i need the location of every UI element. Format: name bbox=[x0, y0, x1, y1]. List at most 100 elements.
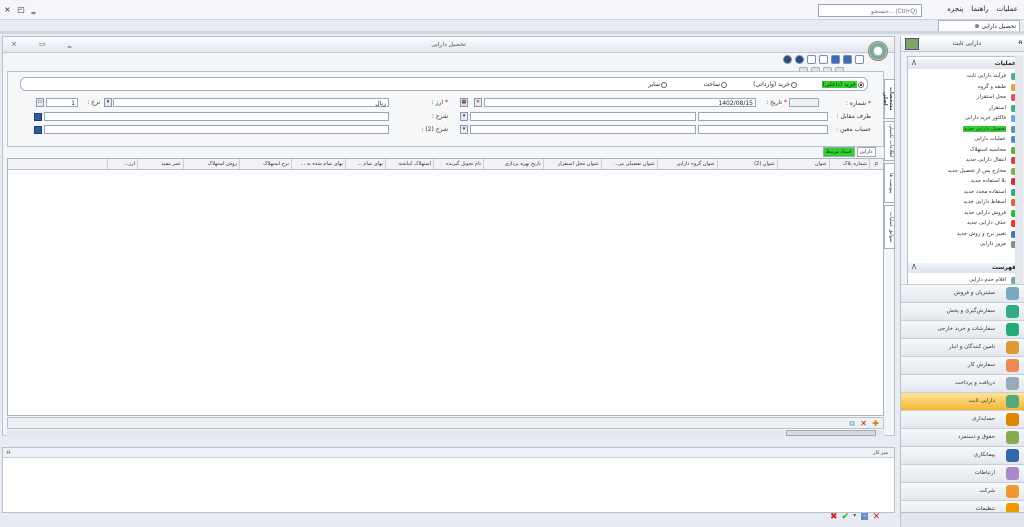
module-item[interactable]: تامین کنندگان و انبار bbox=[901, 338, 1024, 356]
delete-row-icon[interactable]: ✕ bbox=[860, 419, 867, 428]
description-save-icon[interactable] bbox=[34, 113, 42, 121]
scroll-thumb[interactable] bbox=[786, 430, 876, 436]
col-detail-title[interactable]: عنوان تفصیلی مر... bbox=[601, 159, 657, 169]
calendar-icon[interactable]: ▦ bbox=[460, 98, 468, 107]
pin-icon[interactable]: ᵰ bbox=[1019, 39, 1022, 46]
account-dropdown-icon[interactable]: ▾ bbox=[460, 125, 468, 134]
account-name-field[interactable] bbox=[470, 125, 696, 134]
operation-item[interactable]: اسقاط دارایی جدید bbox=[908, 197, 1020, 208]
date-field[interactable]: 1402/08/15 bbox=[484, 98, 756, 107]
counterparty-dropdown-icon[interactable]: ▾ bbox=[460, 112, 468, 121]
module-item[interactable]: پیمانکاری bbox=[901, 446, 1024, 464]
currency-field[interactable]: ریال bbox=[113, 98, 389, 107]
operation-item[interactable]: فرآیند دارایی ثابت bbox=[908, 71, 1020, 82]
dropdown-icon[interactable]: ▾ bbox=[853, 512, 856, 522]
module-item[interactable]: سفارشات و خرید خارجی bbox=[901, 320, 1024, 338]
copy-row-icon[interactable]: ⧉ bbox=[849, 419, 855, 429]
radio-other[interactable]: سایر bbox=[648, 81, 667, 88]
col-recipient[interactable]: نام تحویل گیرنده bbox=[433, 159, 483, 169]
list-header[interactable]: فهرست ᐱ bbox=[908, 263, 1020, 273]
tab-extra-info[interactable]: اطلاعات تکمیلی bbox=[884, 121, 895, 161]
col-title[interactable]: عنوان bbox=[777, 159, 829, 169]
radio-purchase-import[interactable]: خرید (وارداتی) bbox=[753, 81, 797, 88]
app-window-controls[interactable]: × ◰ ‗ bbox=[4, 5, 37, 14]
module-item[interactable]: سفارش کار bbox=[901, 356, 1024, 374]
rate-spin-icon[interactable]: ▭ bbox=[36, 98, 44, 107]
help-icon[interactable] bbox=[795, 55, 804, 64]
operation-item[interactable]: فاکتور خرید دارایی bbox=[908, 113, 1020, 124]
operations-header[interactable]: عملیات ᐱ bbox=[908, 59, 1020, 69]
grid-search-icon[interactable]: ⌕ bbox=[869, 159, 883, 169]
col-useful-life[interactable]: عمر مفید bbox=[137, 159, 183, 169]
col-depreciation-method[interactable]: روش استهلاک bbox=[183, 159, 239, 169]
radio-purchase-domestic[interactable]: خرید (داخلی) bbox=[821, 81, 864, 88]
module-item[interactable]: دارایی ثابت bbox=[901, 392, 1024, 410]
nav-scrollbar[interactable] bbox=[1015, 56, 1023, 296]
tab-asset[interactable]: دارایی bbox=[856, 147, 876, 157]
operation-item[interactable]: بلا استفاده جدید bbox=[908, 176, 1020, 187]
module-item[interactable]: ارتباطات bbox=[901, 464, 1024, 482]
operation-item[interactable]: مرور دارایی bbox=[908, 239, 1020, 250]
menu-window[interactable]: پنجره bbox=[947, 5, 963, 13]
confirm-icon[interactable]: ✔ bbox=[842, 512, 850, 522]
module-item[interactable]: سفارش‌گیری و پخش bbox=[901, 302, 1024, 320]
counterparty-name-field[interactable] bbox=[470, 112, 696, 121]
col-operation-date[interactable]: تاریخ بهره برداری bbox=[483, 159, 543, 169]
tab-related-documents[interactable]: اسناد مرتبط bbox=[823, 147, 855, 157]
add-row-icon[interactable]: ✚ bbox=[872, 419, 879, 428]
horizontal-scrollbar[interactable] bbox=[7, 430, 884, 437]
module-item[interactable]: شرکت bbox=[901, 482, 1024, 500]
operation-item[interactable]: فروش دارایی جدید bbox=[908, 208, 1020, 219]
operation-item[interactable]: حذف دارایی جدید bbox=[908, 218, 1020, 229]
menu-help[interactable]: راهنما bbox=[971, 5, 988, 13]
close-icon[interactable]: ✕ bbox=[873, 512, 881, 522]
operation-item[interactable]: عملیات دارایی bbox=[908, 134, 1020, 145]
tab-main-info[interactable]: مشخصات اصلی bbox=[882, 79, 895, 119]
cancel-icon[interactable]: ✖ bbox=[830, 512, 838, 522]
col-accumulated-depreciation[interactable]: استهلاک انباشته bbox=[385, 159, 433, 169]
col-plate-number[interactable]: شماره پلاک bbox=[829, 159, 869, 169]
operation-item[interactable]: تغییر نرخ و روش جدید bbox=[908, 229, 1020, 240]
tab-history[interactable]: سوابق عملیات bbox=[884, 205, 895, 249]
radio-build[interactable]: ساخت bbox=[704, 81, 727, 88]
counterparty-code-field[interactable] bbox=[698, 112, 828, 121]
print-icon[interactable] bbox=[819, 55, 828, 64]
operation-item[interactable]: محل استقرار bbox=[908, 92, 1020, 103]
copy-icon[interactable] bbox=[807, 55, 816, 64]
operation-item[interactable]: محاسبه استهلاک bbox=[908, 145, 1020, 156]
operation-item[interactable]: طبقه و گروه bbox=[908, 82, 1020, 93]
settings-icon[interactable] bbox=[783, 55, 792, 64]
col-cost[interactable]: بهای تمام ... bbox=[345, 159, 385, 169]
save-icon[interactable] bbox=[843, 55, 852, 64]
tab-attachments[interactable]: پیوست ها bbox=[884, 163, 895, 203]
search-input[interactable] bbox=[818, 4, 922, 17]
currency-dropdown-icon[interactable]: ▾ bbox=[104, 98, 112, 107]
clear-date-icon[interactable]: ✕ bbox=[474, 98, 482, 107]
col-location[interactable]: عنوان محل استقرار bbox=[543, 159, 601, 169]
module-item[interactable]: دریافت و پرداخت bbox=[901, 374, 1024, 392]
menu-operations[interactable]: عملیات bbox=[997, 5, 1018, 13]
description2-field[interactable] bbox=[44, 125, 389, 134]
save-close-icon[interactable] bbox=[831, 55, 840, 64]
description-field[interactable] bbox=[44, 112, 389, 121]
new-icon[interactable] bbox=[855, 55, 864, 64]
grid-icon[interactable]: ▦ bbox=[860, 512, 869, 522]
operation-item[interactable]: انتقال دارایی جدید bbox=[908, 155, 1020, 166]
operation-item[interactable]: استقرار bbox=[908, 103, 1020, 114]
col-title2[interactable]: عنوان (2) bbox=[717, 159, 777, 169]
number-field[interactable] bbox=[789, 98, 819, 107]
col-depreciation-rate[interactable]: نرخ استهلاک bbox=[239, 159, 291, 169]
operation-item[interactable]: مخارج پس از تحصیل جدید bbox=[908, 166, 1020, 177]
operation-item[interactable]: استفاده مجدد جدید bbox=[908, 187, 1020, 198]
account-code-field[interactable] bbox=[698, 125, 828, 134]
description2-save-icon[interactable] bbox=[34, 126, 42, 134]
col-cost-to[interactable]: بهای تمام شده به ... bbox=[291, 159, 345, 169]
module-item[interactable]: حقوق و دستمزد bbox=[901, 428, 1024, 446]
module-item[interactable]: مشتریان و فروش bbox=[901, 284, 1024, 302]
operation-item[interactable]: تحصیل دارایی جدید bbox=[908, 124, 1020, 135]
module-item[interactable]: حسابداری bbox=[901, 410, 1024, 428]
rate-field[interactable]: 1 bbox=[46, 98, 78, 107]
col-currency[interactable]: ارز... bbox=[107, 159, 137, 169]
col-asset-group[interactable]: عنوان گروه دارایی bbox=[657, 159, 717, 169]
pin-icon[interactable]: ᵰ bbox=[7, 449, 10, 456]
